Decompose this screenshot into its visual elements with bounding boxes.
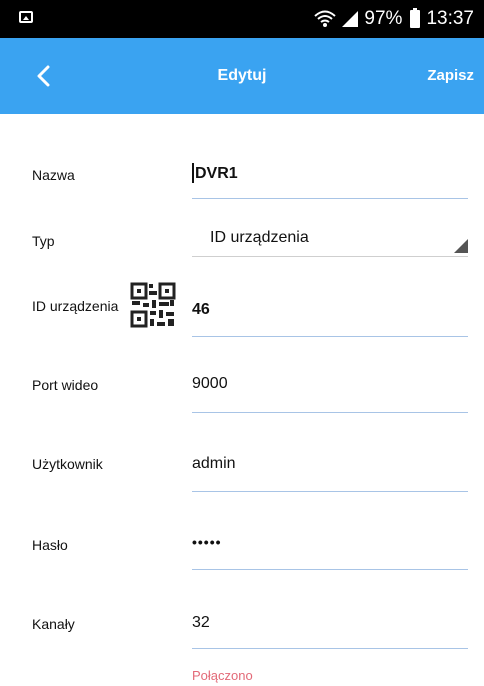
video-port-label: Port wideo	[32, 377, 99, 393]
channels-label: Kanały	[32, 616, 75, 632]
user-value: admin	[192, 455, 236, 472]
video-port-field[interactable]: 9000	[192, 372, 468, 413]
password-value: •••••	[192, 534, 222, 550]
text-cursor	[192, 163, 194, 183]
status-bar: 97% 13:37	[0, 0, 484, 38]
battery-percent: 97%	[364, 8, 403, 29]
user-field[interactable]: admin	[192, 452, 468, 492]
name-field[interactable]: DVR1	[192, 162, 468, 199]
qr-code-icon[interactable]	[130, 282, 176, 328]
channels-value: 32	[192, 614, 210, 631]
channels-field[interactable]: 32	[192, 611, 468, 649]
clock: 13:37	[426, 8, 474, 29]
wifi-icon	[314, 10, 337, 27]
signal-icon	[342, 11, 359, 27]
type-selected-value: ID urządzenia	[210, 229, 309, 246]
page-title: Edytuj	[217, 67, 267, 84]
type-label: Typ	[32, 233, 55, 249]
device-id-value: 46	[192, 301, 210, 318]
user-label: Użytkownik	[32, 456, 103, 472]
app-header: Edytuj Zapisz	[0, 38, 484, 114]
password-field[interactable]: •••••	[192, 530, 468, 570]
status-indicators: 97% 13:37	[314, 0, 474, 38]
battery-icon	[410, 8, 421, 28]
image-notification-icon	[19, 11, 33, 23]
dropdown-arrow-icon	[454, 239, 468, 253]
password-label: Hasło	[32, 537, 68, 553]
device-id-field[interactable]: 46	[192, 296, 468, 337]
device-id-label: ID urządzenia	[32, 298, 119, 314]
name-label: Nazwa	[32, 167, 75, 183]
video-port-value: 9000	[192, 375, 228, 392]
save-button[interactable]: Zapisz	[425, 38, 476, 114]
type-select[interactable]: ID urządzenia	[192, 226, 468, 257]
connection-status: Połączono	[192, 668, 253, 683]
name-value: DVR1	[195, 165, 238, 182]
